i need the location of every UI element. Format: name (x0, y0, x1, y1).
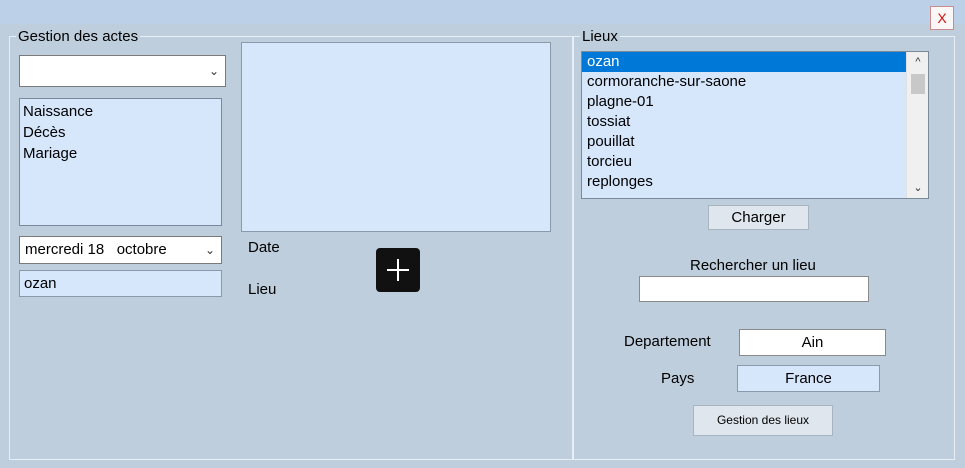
search-input[interactable] (639, 276, 869, 302)
list-item[interactable]: Naissance (23, 101, 218, 122)
scrollbar-thumb[interactable] (911, 74, 925, 94)
search-label: Rechercher un lieu (690, 257, 816, 274)
acte-details-box[interactable] (241, 42, 551, 232)
chevron-up-icon[interactable]: ^ (907, 56, 928, 68)
list-item[interactable]: pouillat (582, 132, 928, 152)
date-value: mercredi 18 octobre (25, 241, 167, 258)
places-list[interactable]: ozan cormoranche-sur-saone plagne-01 tos… (581, 51, 929, 199)
chevron-down-icon: ⌄ (208, 64, 219, 78)
add-acte-button[interactable] (376, 248, 420, 292)
chevron-down-icon: ⌄ (204, 243, 215, 257)
date-picker[interactable]: mercredi 18 octobre ⌄ (19, 236, 222, 264)
acte-type-list[interactable]: Naissance Décès Mariage (19, 98, 222, 226)
actes-legend: Gestion des actes (18, 28, 139, 45)
list-item[interactable]: replonges (582, 172, 928, 192)
charger-button[interactable]: Charger (708, 205, 809, 230)
list-item[interactable]: Mariage (23, 143, 218, 164)
date-label: Date (248, 239, 280, 256)
close-button[interactable]: X (930, 6, 954, 30)
acte-type-combo[interactable]: ⌄ (19, 55, 226, 87)
scrollbar[interactable]: ^ ⌄ (906, 52, 928, 198)
lieu-label: Lieu (248, 281, 277, 298)
list-item[interactable]: plagne-01 (582, 92, 928, 112)
pays-label: Pays (661, 370, 695, 387)
lieu-field[interactable]: ozan (19, 270, 222, 297)
list-item[interactable]: Décès (23, 122, 218, 143)
gestion-lieux-button[interactable]: Gestion des lieux (693, 405, 833, 436)
list-item[interactable]: torcieu (582, 152, 928, 172)
list-item-selected[interactable]: ozan (582, 52, 928, 72)
pays-field[interactable]: France (737, 365, 880, 392)
list-item[interactable]: cormoranche-sur-saone (582, 72, 928, 92)
lieux-legend: Lieux (582, 28, 618, 45)
title-bar (0, 0, 965, 24)
list-item[interactable]: tossiat (582, 112, 928, 132)
chevron-down-icon[interactable]: ⌄ (907, 181, 928, 194)
departement-label: Departement (624, 333, 711, 350)
plus-icon (387, 259, 409, 281)
departement-field[interactable]: Ain (739, 329, 886, 356)
